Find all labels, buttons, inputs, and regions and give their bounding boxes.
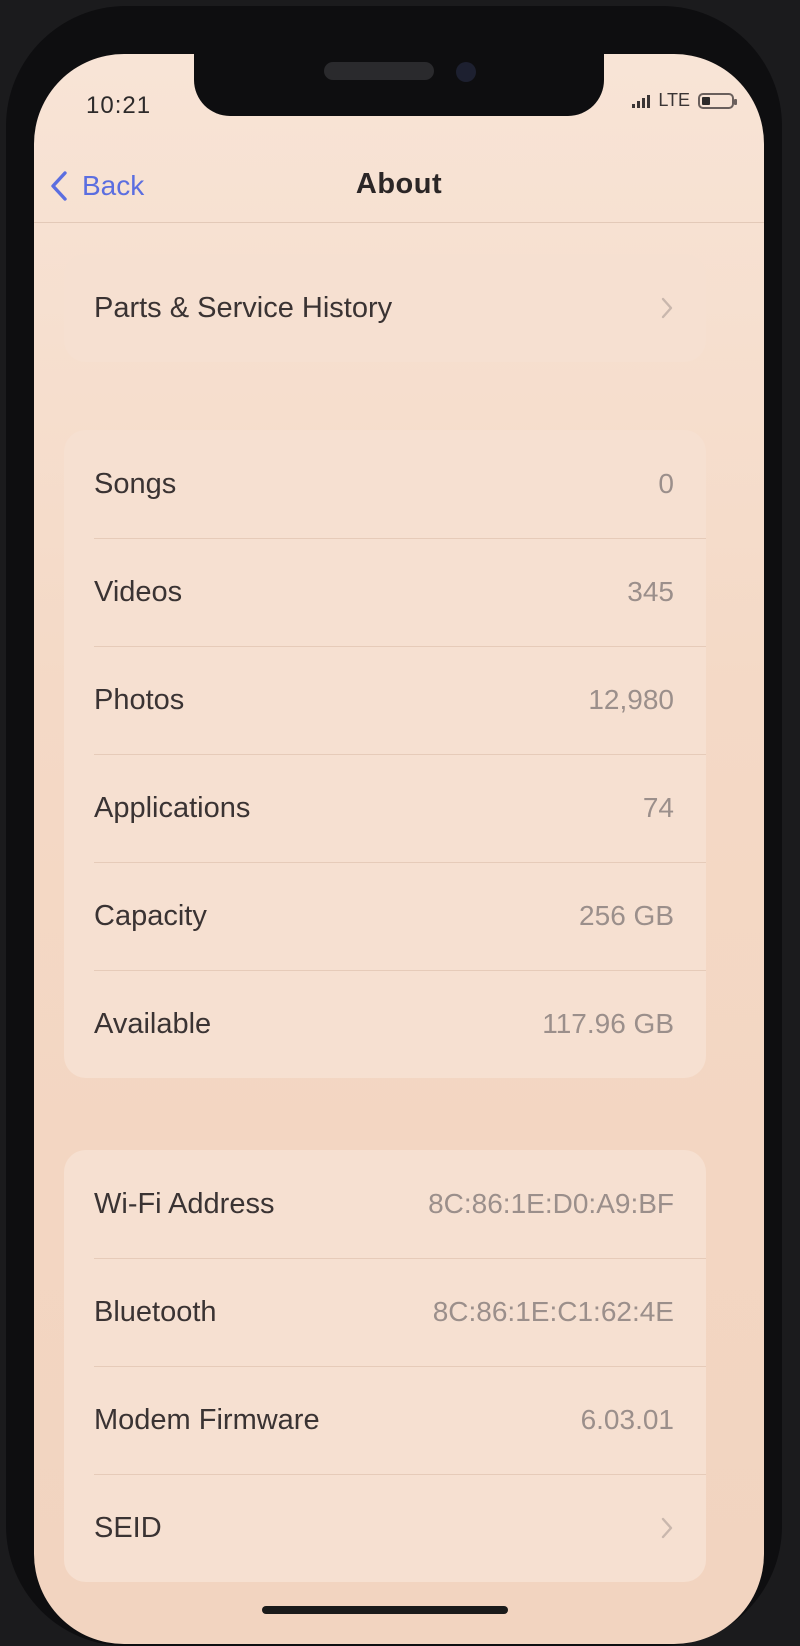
screen: 10:21 LTE Back About Parts & Service His… <box>34 54 764 1644</box>
available-row: Available 117.96 GB <box>64 970 706 1078</box>
row-label: Videos <box>94 575 183 608</box>
navigation-bar: Back About <box>34 154 764 223</box>
row-label: Photos <box>94 683 185 716</box>
applications-row: Applications 74 <box>64 754 706 862</box>
network-group: Wi-Fi Address 8C:86:1E:D0:A9:BF Bluetoot… <box>64 1150 706 1582</box>
photos-row: Photos 12,980 <box>64 646 706 754</box>
modem-firmware-row: Modem Firmware 6.03.01 <box>64 1366 706 1474</box>
videos-row: Videos 345 <box>64 538 706 646</box>
row-value: 0 <box>658 468 674 499</box>
row-label: Wi-Fi Address <box>94 1187 275 1220</box>
parts-service-history-row[interactable]: Parts & Service History <box>64 254 706 362</box>
battery-icon <box>698 92 737 109</box>
row-label: Bluetooth <box>94 1295 217 1328</box>
notch <box>194 54 604 116</box>
capacity-row: Capacity 256 GB <box>64 862 706 970</box>
row-label: Songs <box>94 467 177 500</box>
bluetooth-row: Bluetooth 8C:86:1E:C1:62:4E <box>64 1258 706 1366</box>
row-value: 8C:86:1E:C1:62:4E <box>432 1296 674 1327</box>
speaker <box>324 62 434 80</box>
wifi-address-row: Wi-Fi Address 8C:86:1E:D0:A9:BF <box>64 1150 706 1258</box>
chevron-right-icon <box>661 297 673 319</box>
front-camera <box>456 62 476 82</box>
row-label: Modem Firmware <box>94 1403 320 1436</box>
page-title: About <box>355 168 443 200</box>
row-value: 345 <box>627 576 674 607</box>
status-indicators: LTE <box>632 90 737 111</box>
row-value: 8C:86:1E:D0:A9:BF <box>428 1188 674 1219</box>
row-value: 117.96 GB <box>542 1008 674 1039</box>
row-label: Capacity <box>94 899 207 932</box>
row-value: 6.03.01 <box>580 1404 674 1435</box>
row-value: 74 <box>642 792 674 823</box>
status-time: 10:21 <box>86 92 152 119</box>
row-value: 256 GB <box>579 900 674 931</box>
home-indicator[interactable] <box>262 1606 508 1614</box>
row-label: SEID <box>94 1511 162 1544</box>
chevron-right-icon <box>661 1517 673 1539</box>
songs-row: Songs 0 <box>64 430 706 538</box>
row-value: 12,980 <box>588 684 674 715</box>
seid-row[interactable]: SEID <box>64 1474 706 1582</box>
network-type: LTE <box>658 90 690 110</box>
signal-icon <box>632 94 651 108</box>
media-group: Songs 0 Videos 345 Photos 12,980 Applica… <box>64 430 706 1078</box>
row-label: Applications <box>94 791 251 824</box>
row-label: Available <box>94 1007 212 1040</box>
service-group: Parts & Service History <box>64 254 706 362</box>
row-label: Parts & Service History <box>94 291 393 324</box>
phone-frame: 10:21 LTE Back About Parts & Service His… <box>6 6 782 1646</box>
